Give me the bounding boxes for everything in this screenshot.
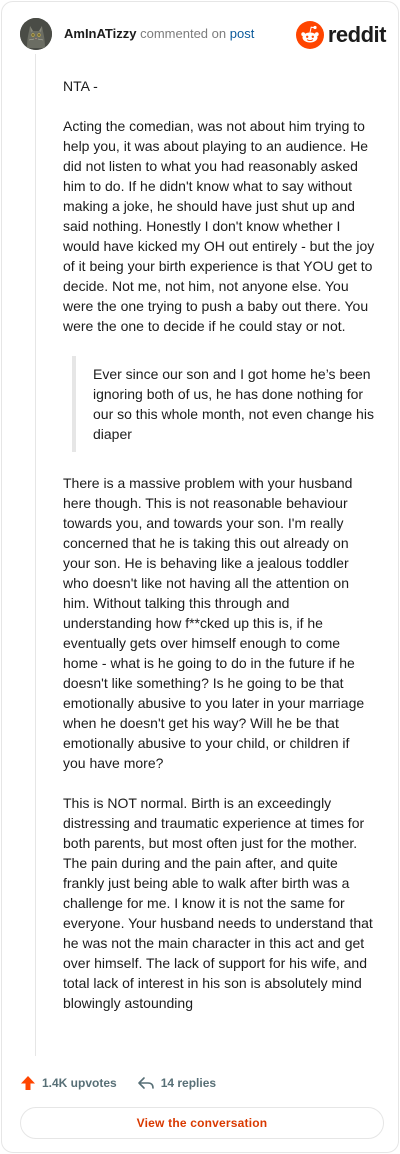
- comment-body: NTA - Acting the comedian, was not about…: [63, 76, 375, 1033]
- comment-paragraph: Acting the comedian, was not about him t…: [63, 118, 375, 334]
- view-conversation-button[interactable]: View the conversation: [20, 1107, 384, 1139]
- username-link[interactable]: AmInATizzy: [64, 26, 136, 41]
- upvote-button[interactable]: 1.4K upvotes: [20, 1075, 117, 1091]
- post-link[interactable]: post: [230, 26, 255, 41]
- reddit-wordmark: reddit: [327, 22, 387, 47]
- comment-paragraph: There is a massive problem with your hus…: [63, 475, 365, 771]
- comment-paragraph: This is NOT normal. Birth is an exceedin…: [63, 795, 373, 1011]
- comment-meta: AmInATizzy commented on post: [64, 26, 254, 42]
- commented-on-text: commented on: [140, 26, 227, 41]
- upvote-count: 1.4K upvotes: [42, 1076, 117, 1090]
- thread-line: [35, 54, 36, 1056]
- reply-arrow-icon: [137, 1077, 154, 1089]
- comment-paragraph: NTA -: [63, 78, 98, 94]
- cat-avatar[interactable]: [20, 18, 52, 50]
- blockquote: Ever since our son and I got home he’s b…: [72, 356, 375, 452]
- reddit-logo-icon: [295, 21, 324, 49]
- comment-header: AmInATizzy commented on post reddit: [20, 18, 387, 52]
- comment-actions: 1.4K upvotes 14 replies: [20, 1073, 236, 1093]
- reply-count: 14 replies: [160, 1076, 217, 1090]
- upvote-arrow-icon: [21, 1076, 35, 1090]
- comment-card: AmInATizzy commented on post reddit NTA …: [1, 1, 399, 1153]
- quote-text: Ever since our son and I got home he’s b…: [93, 366, 374, 442]
- replies-button[interactable]: 14 replies: [137, 1075, 216, 1091]
- reddit-brand[interactable]: reddit: [295, 20, 387, 50]
- cat-avatar-icon: [20, 18, 52, 50]
